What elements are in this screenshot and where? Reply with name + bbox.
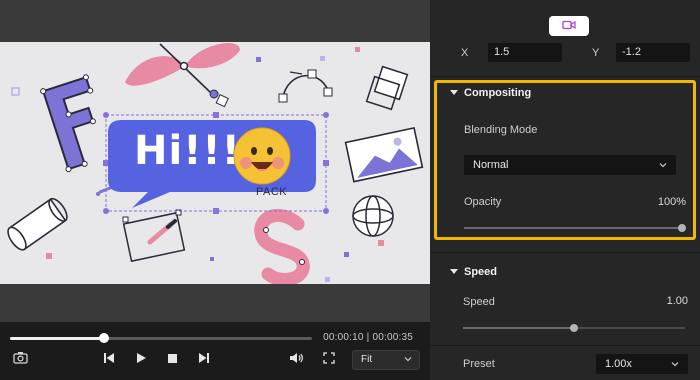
editor-window: Hi!!! PACK 00:00:10 | 00:00:35 Fit X 1.5…	[0, 0, 700, 380]
fullscreen-button[interactable]	[319, 351, 339, 369]
speed-label: Speed	[463, 296, 495, 308]
seek-bar-handle[interactable]	[98, 333, 109, 343]
total-time: 00:00:35	[372, 332, 413, 343]
fullscreen-icon	[323, 351, 335, 369]
volume-icon	[289, 351, 304, 369]
zoom-fit-select[interactable]: Fit	[352, 350, 420, 370]
speed-section-header[interactable]: Speed	[450, 266, 497, 278]
skip-back-button[interactable]	[99, 351, 119, 369]
speed-slider-handle[interactable]	[570, 324, 578, 332]
timecode: 00:00:10 | 00:00:35	[323, 332, 413, 343]
inspector-panel: X 1.5 Y -1.2 Compositing Blending Mode N…	[430, 0, 700, 380]
preset-select[interactable]: 1.00x	[596, 354, 688, 374]
playback-controls: 00:00:10 | 00:00:35 Fit	[0, 322, 430, 380]
camera-icon	[12, 351, 28, 369]
video-tab-button[interactable]	[549, 16, 589, 36]
stop-icon	[167, 351, 178, 369]
section-divider	[430, 76, 700, 77]
position-x-label: X	[461, 47, 469, 59]
preset-value: 1.00x	[605, 358, 632, 370]
zoom-fit-value: Fit	[361, 354, 373, 365]
speed-slider[interactable]	[463, 324, 685, 332]
seek-bar[interactable]	[10, 333, 312, 343]
skip-back-icon	[103, 351, 115, 369]
disclosure-triangle-icon	[450, 269, 458, 274]
position-x-input[interactable]: 1.5	[488, 43, 562, 62]
volume-button[interactable]	[286, 351, 306, 369]
skip-forward-icon	[198, 351, 210, 369]
preview-canvas[interactable]: Hi!!! PACK	[0, 42, 430, 284]
preview-top-bar	[0, 0, 430, 42]
bubble-text: Hi!!!	[134, 128, 241, 174]
skip-forward-button[interactable]	[194, 351, 214, 369]
preset-label: Preset	[463, 358, 495, 370]
compositing-highlight-frame	[434, 80, 696, 240]
preview-gutter	[0, 284, 430, 322]
time-separator: |	[366, 332, 370, 343]
position-y-label: Y	[592, 47, 600, 59]
play-icon	[135, 351, 147, 369]
smiley-emoji	[232, 126, 292, 186]
section-divider	[430, 252, 700, 253]
section-divider	[430, 345, 700, 346]
current-time: 00:00:10	[323, 332, 364, 343]
stop-button[interactable]	[162, 351, 182, 369]
seek-bar-progress	[10, 337, 104, 340]
play-button[interactable]	[131, 351, 151, 369]
speed-slider-fill	[463, 327, 574, 329]
speed-value: 1.00	[666, 295, 688, 307]
preview-panel: Hi!!! PACK 00:00:10 | 00:00:35 Fit	[0, 0, 430, 380]
snapshot-button[interactable]	[10, 351, 30, 369]
chevron-down-icon	[671, 359, 679, 371]
speed-title: Speed	[464, 266, 498, 278]
position-y-input[interactable]: -1.2	[616, 43, 690, 62]
chevron-down-icon	[404, 355, 412, 366]
video-camera-icon	[562, 17, 576, 35]
pack-label: PACK	[256, 186, 288, 198]
